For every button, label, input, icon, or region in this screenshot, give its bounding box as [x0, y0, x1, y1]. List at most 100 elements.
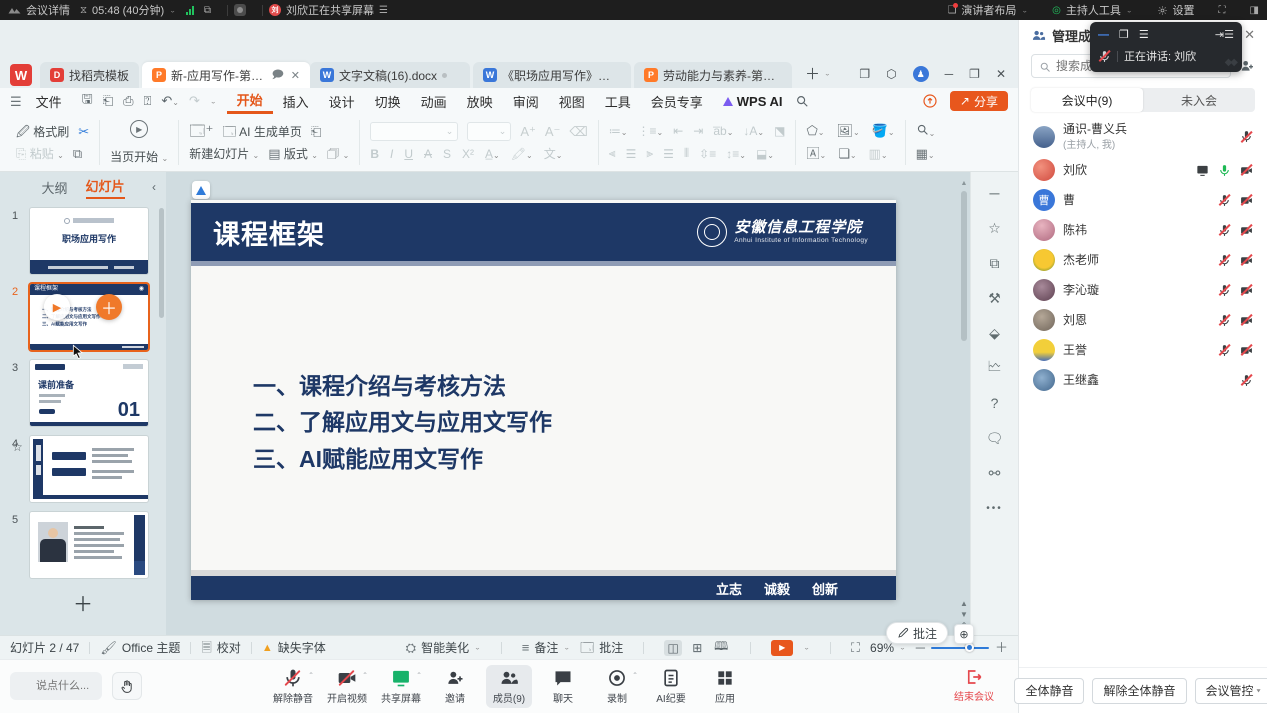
- help-icon[interactable]: ?: [986, 394, 1004, 412]
- grid-view-icon[interactable]: ⊞: [688, 640, 706, 656]
- current-slide[interactable]: 课程框架 安徽信息工程学院 Anhui Institute of Informa…: [191, 200, 896, 600]
- menu-design[interactable]: 设计: [319, 88, 365, 114]
- mic-muted-icon[interactable]: [1218, 224, 1231, 237]
- wps-logo[interactable]: W: [10, 64, 32, 86]
- menu-membership[interactable]: 会员专享: [641, 88, 713, 114]
- presenter-layout-button[interactable]: ❏ 演讲者布局 ⌄: [947, 2, 1028, 18]
- wps-ai-float-button[interactable]: [192, 181, 210, 199]
- smartart-convert-icon[interactable]: ⬔: [774, 124, 785, 138]
- play-slide-overlay-button[interactable]: ▶: [44, 294, 70, 320]
- invite-button[interactable]: 邀请: [432, 665, 478, 708]
- raise-hand-button[interactable]: [112, 672, 142, 700]
- mute-all-button[interactable]: 全体静音: [1014, 678, 1084, 704]
- text-tool-icon[interactable]: 文⌄: [544, 145, 563, 162]
- insert-shape-icon[interactable]: ⬠⌄: [806, 124, 824, 138]
- menu-view[interactable]: 视图: [549, 88, 595, 114]
- tab-syllabus-doc[interactable]: W 《职场应用写作》课程教学大: [473, 62, 631, 88]
- menu-file[interactable]: 文件: [26, 88, 72, 114]
- comment-bubble-icon[interactable]: 🗩: [272, 66, 284, 85]
- para-spacing-icon[interactable]: ⇳≡: [699, 147, 716, 161]
- thumbnail-slide-5[interactable]: 5: [12, 512, 156, 578]
- thumbnail-slide-3[interactable]: 3 课前准备 01: [12, 360, 156, 426]
- camera-off-icon[interactable]: [1240, 284, 1253, 297]
- paste-button[interactable]: ⎘ 粘贴 ⌄: [16, 145, 64, 162]
- thumbnail-slide-1[interactable]: 1 职场应用写作: [12, 208, 156, 274]
- new-slide-icon[interactable]: 🗔⁺: [189, 124, 213, 139]
- thumbnail-slide-4[interactable]: 4: [12, 436, 156, 502]
- fullscreen-button[interactable]: ⛶: [1219, 5, 1226, 16]
- zoom-in-icon[interactable]: ＋: [995, 641, 1008, 654]
- theme-button[interactable]: 🖌Office 主题: [100, 639, 180, 656]
- member-row[interactable]: 刘恩: [1019, 305, 1267, 335]
- camera-off-icon[interactable]: [1240, 164, 1253, 177]
- apps-button[interactable]: 应用: [702, 665, 748, 708]
- collapse-panel-icon[interactable]: ‹: [152, 180, 156, 194]
- close-tab-icon[interactable]: ✕: [291, 69, 300, 82]
- increase-indent-icon[interactable]: ⇥: [693, 124, 703, 138]
- smart-beautify-button[interactable]: ⛭智能美化⌄: [406, 639, 481, 656]
- justify-icon[interactable]: ☰: [663, 147, 674, 161]
- mic-muted-icon[interactable]: [1240, 374, 1253, 387]
- workspace-icon[interactable]: ❐: [859, 67, 870, 81]
- member-row[interactable]: 通识-曹义兵(主持人, 我): [1019, 118, 1267, 155]
- collapse-right-icon[interactable]: ⇥☰: [1215, 28, 1234, 41]
- sharing-status[interactable]: 刘 刘欣正在共享屏幕 ☰: [269, 2, 388, 18]
- zoom-slider[interactable]: [931, 647, 989, 649]
- list-view-icon[interactable]: ☰: [1139, 28, 1149, 41]
- feedback-icon[interactable]: 🗨: [986, 429, 1004, 447]
- chart-helper-icon[interactable]: 🗠: [986, 359, 1004, 377]
- new-slide-button[interactable]: 新建幻灯片 ⌄: [189, 145, 259, 162]
- menu-tools[interactable]: 工具: [595, 88, 641, 114]
- cloud-upload-icon[interactable]: [922, 93, 938, 109]
- camera-off-icon[interactable]: [1240, 344, 1253, 357]
- proofread-button[interactable]: 🗏校对: [201, 639, 240, 656]
- member-row[interactable]: 王誉: [1019, 335, 1267, 365]
- font-size-select[interactable]: ⌄: [467, 122, 511, 141]
- insert-picture-icon[interactable]: 🖼⌄: [836, 124, 859, 138]
- section-icon[interactable]: 🗇 ⌄: [327, 147, 349, 160]
- share-screen-button[interactable]: 共享屏幕⌃: [378, 665, 424, 708]
- tab-list-chevron-icon[interactable]: ⌄: [824, 70, 831, 77]
- menu-animation[interactable]: 动画: [411, 88, 457, 114]
- tab-current-presentation[interactable]: P 新-应用写作-第一课（ 🗩 ✕: [142, 62, 310, 88]
- ai-minutes-button[interactable]: AI纪要: [648, 665, 694, 708]
- normal-view-icon[interactable]: ◫: [664, 640, 682, 656]
- menu-slideshow[interactable]: 放映: [457, 88, 503, 114]
- menu-wps-ai[interactable]: WPS AI: [713, 88, 793, 114]
- vertical-text-icon[interactable]: ↓A⌄: [743, 124, 764, 138]
- comments-button[interactable]: 🗔批注: [580, 639, 623, 656]
- format-painter-button[interactable]: 🖉 格式刷: [16, 123, 69, 140]
- unmute-button[interactable]: 解除静音⌃: [270, 665, 316, 708]
- superscript-icon[interactable]: X²: [462, 147, 474, 161]
- export-icon[interactable]: ⎗: [103, 93, 113, 109]
- menu-insert[interactable]: 插入: [273, 88, 319, 114]
- redo-icon[interactable]: ↷: [189, 93, 200, 109]
- underline-icon[interactable]: U: [404, 147, 413, 161]
- speaker-view-icon[interactable]: ❐: [1119, 28, 1129, 41]
- camera-off-icon[interactable]: [1240, 254, 1253, 267]
- play-from-current-button[interactable]: ▶ 当页开始 ⌄: [102, 118, 176, 167]
- columns-icon[interactable]: ▥⌄: [869, 147, 888, 161]
- thumbnail-scrollbar[interactable]: [159, 208, 164, 318]
- decrease-indent-icon[interactable]: ⇤: [673, 124, 683, 138]
- play-options-chevron-icon[interactable]: ⌄: [803, 644, 810, 651]
- text-box-icon[interactable]: 🄰⌄: [806, 147, 826, 161]
- member-row[interactable]: 李沁璇: [1019, 275, 1267, 305]
- font-color-icon[interactable]: A̲⌄: [485, 147, 500, 161]
- add-slide-button[interactable]: ＋: [0, 588, 166, 617]
- favorites-star-icon[interactable]: ☆: [986, 219, 1004, 237]
- close-panel-icon[interactable]: ✕: [1244, 27, 1255, 43]
- pane-toggle-icon[interactable]: ▦⌄: [916, 147, 935, 160]
- shape-fill-icon[interactable]: 🪣⌄: [872, 124, 895, 138]
- shape-library-icon[interactable]: ⬙: [986, 324, 1004, 342]
- fit-slide-icon[interactable]: ⛶: [851, 641, 860, 654]
- members-button[interactable]: 成员(9): [486, 665, 532, 708]
- tools-icon[interactable]: ⚒: [986, 289, 1004, 307]
- member-row[interactable]: 刘欣: [1019, 155, 1267, 185]
- canvas-scrollbar[interactable]: ▲: [960, 180, 968, 607]
- chat-input[interactable]: [10, 672, 102, 700]
- hide-strip-icon[interactable]: ─: [986, 184, 1004, 202]
- camera-off-icon[interactable]: [1240, 224, 1253, 237]
- align-right-icon[interactable]: ⫸: [646, 146, 653, 161]
- mic-muted-icon[interactable]: [1218, 344, 1231, 357]
